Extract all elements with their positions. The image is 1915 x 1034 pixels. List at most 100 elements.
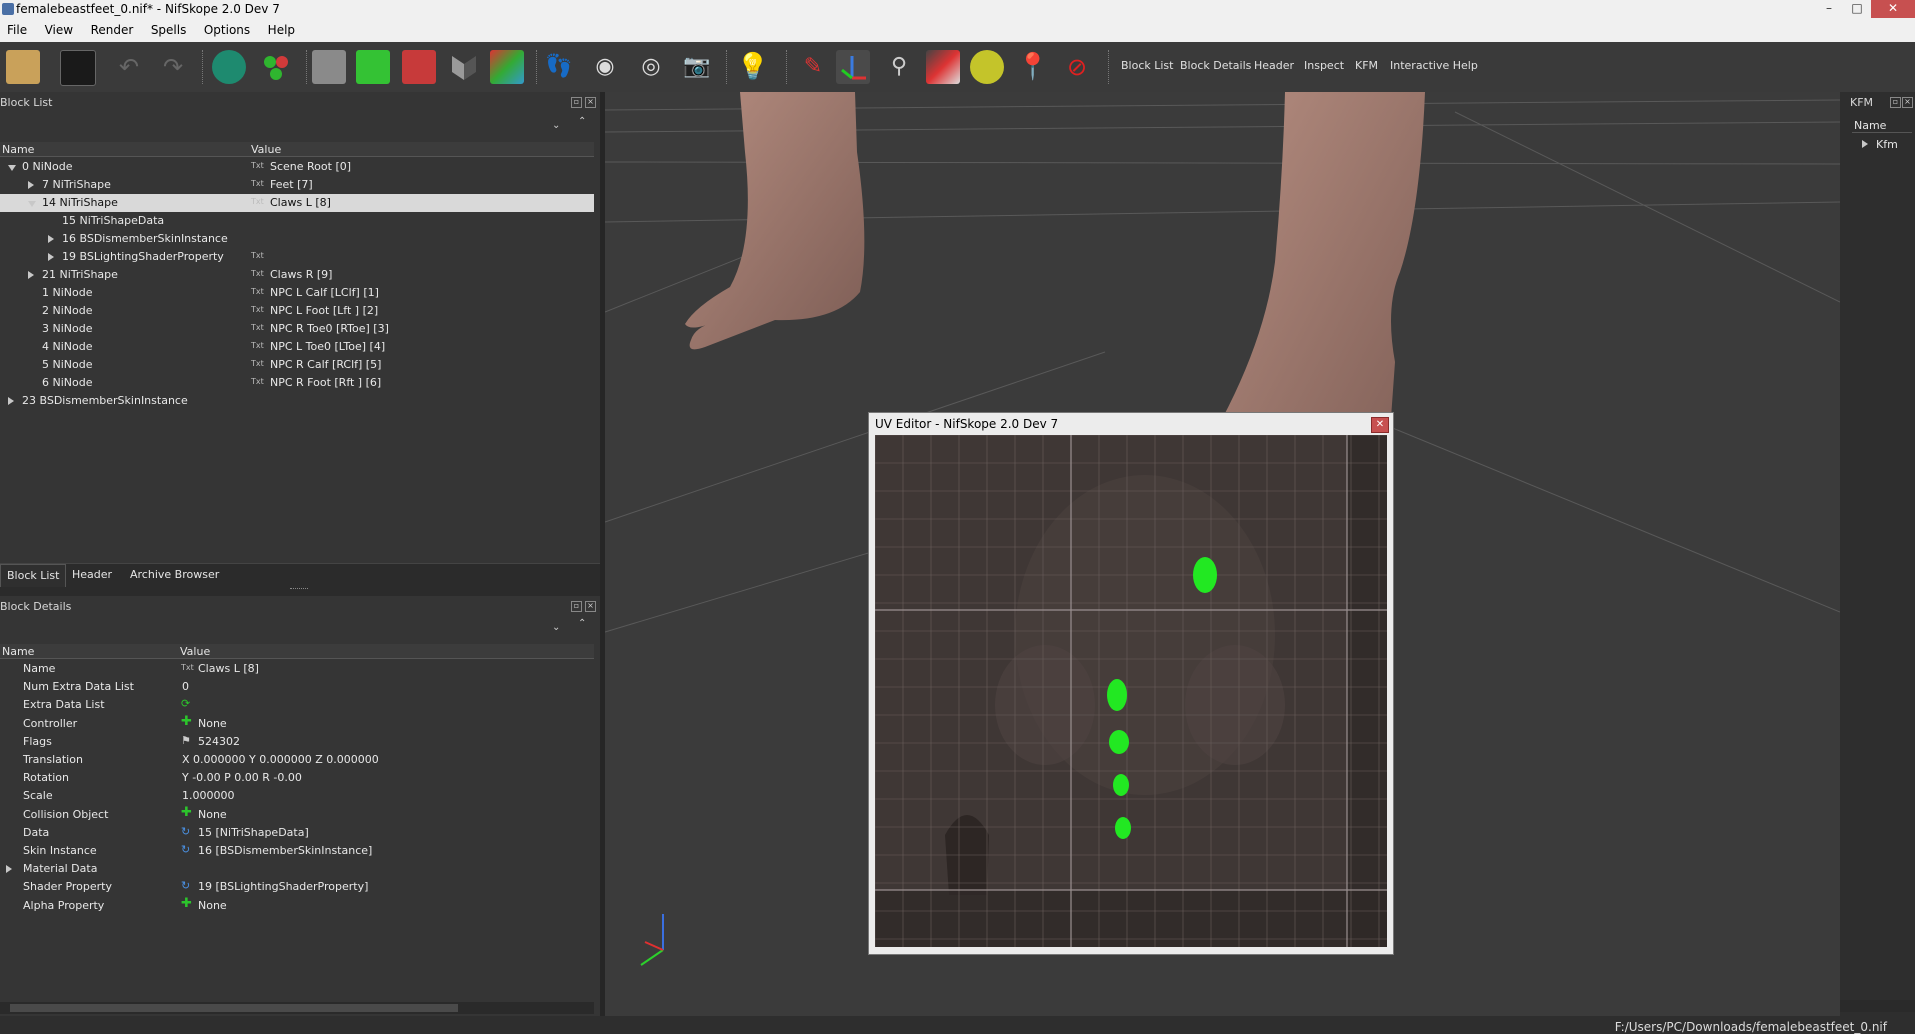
toolbar-interactive-help[interactable]: Interactive Help	[1387, 59, 1481, 72]
collapse-icon[interactable]	[28, 201, 36, 207]
tab-header[interactable]: Header	[66, 564, 118, 586]
uv-editor-window[interactable]: UV Editor - NifSkope 2.0 Dev 7 ✕	[868, 412, 1394, 955]
expand-all-icon[interactable]: ⌄	[552, 120, 560, 131]
detail-row[interactable]: Scale 1.000000	[0, 787, 594, 805]
detail-row[interactable]: Collision Object ✚ None	[0, 805, 594, 824]
expand-icon[interactable]	[48, 235, 54, 243]
tree-row[interactable]: 21 NiTriShape Txt Claws R [9]	[0, 266, 594, 284]
textures-icon[interactable]	[926, 50, 960, 84]
col-name[interactable]: Name	[2, 143, 34, 156]
show-nodes-icon[interactable]: ◎	[634, 50, 668, 84]
expand-all-icon[interactable]: ⌄	[552, 622, 560, 633]
scrollbar-thumb[interactable]	[10, 1004, 458, 1012]
collapse-all-icon[interactable]: ⌃	[578, 618, 586, 629]
close-panel-icon[interactable]: ×	[585, 601, 596, 612]
float-icon[interactable]: ▫	[1890, 97, 1901, 108]
toolbar-block-list[interactable]: Block List	[1118, 59, 1176, 72]
select-vertex-icon[interactable]	[260, 50, 294, 84]
detail-row[interactable]: Skin Instance ↻ 16 [BSDismemberSkinInstanc…	[0, 842, 594, 860]
uv-vertex-cluster[interactable]	[1109, 730, 1129, 754]
detail-row[interactable]: Material Data	[0, 860, 594, 878]
detail-row[interactable]: Controller ✚ None	[0, 714, 594, 733]
detail-row[interactable]: Extra Data List ⟳	[0, 696, 594, 714]
select-object-icon[interactable]	[212, 50, 246, 84]
detail-row[interactable]: Flags ⚑ 524302	[0, 733, 594, 751]
hide-icon[interactable]: ⊘	[1060, 50, 1094, 84]
uv-vertex-cluster[interactable]	[1115, 817, 1131, 839]
col-value[interactable]: Value	[180, 645, 210, 658]
expand-icon[interactable]	[28, 181, 34, 189]
tree-row[interactable]: 3 NiNode Txt NPC R Toe0 [RToe] [3]	[0, 320, 594, 338]
kfm-col-name[interactable]: Name	[1854, 119, 1886, 132]
close-button[interactable]: ✕	[1871, 0, 1915, 18]
float-icon[interactable]: ▫	[571, 97, 582, 108]
tab-block-list[interactable]: Block List	[0, 564, 67, 587]
tree-row[interactable]: 16 BSDismemberSkinInstance	[0, 230, 594, 248]
expand-icon[interactable]	[6, 865, 12, 874]
detail-row[interactable]: Alpha Property ✚ None	[0, 896, 594, 915]
skeleton-icon[interactable]: ⚲	[882, 50, 916, 84]
vertex-colors-icon[interactable]	[970, 50, 1004, 84]
expand-icon[interactable]	[1862, 140, 1868, 148]
show-axes-icon[interactable]: ✎	[796, 50, 830, 84]
tree-row[interactable]: 2 NiNode Txt NPC L Foot [Lft ] [2]	[0, 302, 594, 320]
col-value[interactable]: Value	[251, 143, 281, 156]
close-panel-icon[interactable]: ×	[585, 97, 596, 108]
horizontal-scrollbar[interactable]	[0, 1002, 594, 1014]
tree-row[interactable]: 14 NiTriShape Txt Claws L [8]	[0, 194, 594, 212]
toolbar-inspect[interactable]: Inspect	[1301, 59, 1347, 72]
uv-vertex-cluster[interactable]	[1113, 774, 1129, 796]
col-name[interactable]: Name	[2, 645, 34, 658]
splitter-handle[interactable]	[290, 588, 308, 589]
save-icon[interactable]	[60, 50, 96, 86]
toolbar-header[interactable]: Header	[1251, 59, 1297, 72]
expand-icon[interactable]	[8, 397, 14, 405]
undo-icon[interactable]: ↶	[112, 50, 146, 84]
tree-row[interactable]: 1 NiNode Txt NPC L Calf [LClf] [1]	[0, 284, 594, 302]
uv-vertex-cluster[interactable]	[1107, 679, 1127, 711]
tree-row[interactable]: 23 BSDismemberSkinInstance	[0, 392, 594, 410]
screenshot-icon[interactable]: 📷	[680, 50, 714, 84]
uv-vertex-cluster[interactable]	[1193, 557, 1217, 593]
kfm-scrollbar[interactable]	[1840, 1000, 1915, 1012]
view-front-icon[interactable]	[356, 50, 390, 84]
tree-row[interactable]: 0 NiNode Txt Scene Root [0]	[0, 158, 594, 176]
menu-spells[interactable]: Spells	[144, 20, 194, 37]
collapse-all-icon[interactable]: ⌃	[578, 116, 586, 127]
tree-row[interactable]: 4 NiNode Txt NPC L Toe0 [LToe] [4]	[0, 338, 594, 356]
view-user-icon[interactable]	[490, 50, 524, 84]
expand-icon[interactable]	[28, 271, 34, 279]
tree-row[interactable]: 5 NiNode Txt NPC R Calf [RClf] [5]	[0, 356, 594, 374]
view-side-icon[interactable]	[402, 50, 436, 84]
detail-row[interactable]: Num Extra Data List 0	[0, 678, 594, 696]
tab-archive-browser[interactable]: Archive Browser	[124, 564, 225, 586]
collapse-icon[interactable]	[8, 165, 16, 171]
tree-row[interactable]: 6 NiNode Txt NPC R Foot [Rft ] [6]	[0, 374, 594, 392]
menu-file[interactable]: File	[0, 20, 34, 37]
open-file-icon[interactable]	[6, 50, 40, 84]
detail-row[interactable]: Name Txt Claws L [8]	[0, 660, 594, 678]
kfm-item[interactable]: Kfm	[1876, 138, 1898, 151]
view-perspective-icon[interactable]	[446, 50, 480, 84]
menu-view[interactable]: View	[38, 20, 80, 37]
float-icon[interactable]: ▫	[571, 601, 582, 612]
detail-row[interactable]: Translation X 0.000000 Y 0.000000 Z 0.000…	[0, 751, 594, 769]
close-icon[interactable]: ✕	[1371, 417, 1389, 433]
minimize-button[interactable]: –	[1815, 0, 1843, 18]
uv-canvas[interactable]	[875, 435, 1387, 947]
detail-row[interactable]: Shader Property ↻ 19 [BSLightingShaderProp…	[0, 878, 594, 896]
transform-icon[interactable]	[836, 50, 870, 84]
tree-row[interactable]: 19 BSLightingShaderProperty Txt	[0, 248, 594, 266]
close-panel-icon[interactable]: ×	[1902, 97, 1913, 108]
marker-icon[interactable]: 📍	[1016, 50, 1050, 84]
view-top-icon[interactable]	[312, 50, 346, 84]
menu-render[interactable]: Render	[84, 20, 141, 37]
menu-help[interactable]: Help	[261, 20, 302, 37]
redo-icon[interactable]: ↷	[156, 50, 190, 84]
maximize-button[interactable]: □	[1843, 0, 1871, 18]
toolbar-block-details[interactable]: Block Details	[1177, 59, 1254, 72]
menu-options[interactable]: Options	[197, 20, 257, 37]
expand-icon[interactable]	[48, 253, 54, 261]
show-hidden-icon[interactable]: ◉	[588, 50, 622, 84]
detail-row[interactable]: Data ↻ 15 [NiTriShapeData]	[0, 824, 594, 842]
